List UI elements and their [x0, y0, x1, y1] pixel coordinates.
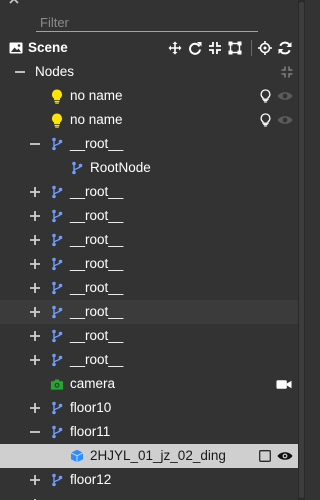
- tree-row[interactable]: no name: [0, 84, 298, 108]
- expand-plus-icon[interactable]: [29, 282, 41, 294]
- expand-plus-icon[interactable]: [29, 306, 41, 318]
- light-toggle-icon[interactable]: [257, 112, 273, 128]
- tree-row[interactable]: __root__: [0, 204, 298, 228]
- eye-icon[interactable]: [277, 448, 293, 464]
- move-icon[interactable]: [167, 40, 183, 56]
- mesh-cube-icon: [70, 449, 84, 463]
- expand-plus-icon[interactable]: [29, 186, 41, 198]
- scene-label: Scene: [28, 40, 68, 55]
- eye-icon[interactable]: [277, 88, 293, 104]
- node-branch-icon: [50, 209, 64, 223]
- tree-row[interactable]: __root__: [0, 252, 298, 276]
- expand-plus-icon[interactable]: [29, 258, 41, 270]
- node-branch-icon: [50, 281, 64, 295]
- expand-plus-icon[interactable]: [29, 210, 41, 222]
- tree-row-label: __root__: [70, 208, 124, 223]
- tree-row-label: __root__: [70, 304, 124, 319]
- light-bulb-icon: [50, 113, 64, 128]
- tree-row[interactable]: __root__: [0, 348, 298, 372]
- node-branch-icon: [50, 353, 64, 367]
- node-branch-icon: [50, 401, 64, 415]
- light-toggle-icon[interactable]: [257, 88, 273, 104]
- tree-row-label: floor12: [70, 472, 112, 487]
- tree-row[interactable]: __root__: [0, 180, 298, 204]
- video-camera-icon[interactable]: [276, 376, 292, 392]
- tree-row-label: 2HJYL_01_jz_02_ding: [90, 448, 226, 463]
- tree-row-label: no name: [70, 112, 123, 127]
- tree-row[interactable]: floor12: [0, 468, 298, 492]
- tree-row-label: __root__: [70, 232, 124, 247]
- tree-row-label: __root__: [70, 184, 124, 199]
- expand-plus-icon[interactable]: [29, 330, 41, 342]
- refresh-icon[interactable]: [277, 40, 293, 56]
- expand-plus-icon[interactable]: [29, 234, 41, 246]
- eye-icon[interactable]: [277, 112, 293, 128]
- tree-row[interactable]: __root__: [0, 300, 298, 324]
- image-icon: [9, 41, 23, 55]
- node-branch-icon: [50, 137, 64, 151]
- tree-row[interactable]: floor11: [0, 420, 298, 444]
- crosshair-icon[interactable]: [257, 40, 273, 56]
- filter-input[interactable]: [36, 14, 258, 31]
- tree-row-partial[interactable]: [0, 492, 298, 500]
- tree-row[interactable]: floor10: [0, 396, 298, 420]
- tree-row[interactable]: 2HJYL_01_jz_02_ding: [0, 444, 298, 468]
- collapse-icon[interactable]: [14, 66, 26, 78]
- nodes-label: Nodes: [35, 64, 75, 79]
- node-branch-icon: [50, 233, 64, 247]
- node-branch-icon: [50, 473, 64, 487]
- tree-row-label: camera: [70, 376, 116, 391]
- tree-row[interactable]: camera: [0, 372, 298, 396]
- tree-row-label: __root__: [70, 136, 124, 151]
- tree-row-label: __root__: [70, 280, 124, 295]
- node-branch-icon: [50, 185, 64, 199]
- node-branch-icon: [50, 425, 64, 439]
- checkbox[interactable]: [257, 448, 273, 464]
- expand-plus-icon[interactable]: [29, 354, 41, 366]
- tree-row-label: __root__: [70, 256, 124, 271]
- node-branch-icon: [50, 257, 64, 271]
- tree-row-label: floor11: [70, 424, 111, 439]
- tree-row-label: no name: [70, 88, 123, 103]
- nodes-row[interactable]: Nodes: [0, 60, 298, 84]
- light-bulb-icon: [50, 89, 64, 104]
- camera-icon: [50, 377, 64, 391]
- tree-row-label: __root__: [70, 352, 124, 367]
- tree-row[interactable]: __root__: [0, 276, 298, 300]
- node-branch-icon: [50, 305, 64, 319]
- expand-plus-icon[interactable]: [29, 402, 41, 414]
- collapse-minus-icon[interactable]: [29, 426, 41, 438]
- toolbar-separator: [251, 40, 252, 56]
- filter-field[interactable]: [36, 14, 258, 32]
- tree-row[interactable]: RootNode: [0, 156, 298, 180]
- expand-plus-icon[interactable]: [29, 474, 41, 486]
- tree-row-label: __root__: [70, 328, 124, 343]
- scene-row[interactable]: Scene: [0, 36, 298, 60]
- rotate-icon[interactable]: [187, 40, 203, 56]
- tree-row[interactable]: no name: [0, 108, 298, 132]
- scrollbar-thumb[interactable]: [299, 2, 304, 498]
- tree-row[interactable]: __root__: [0, 228, 298, 252]
- bounding-box-icon[interactable]: [227, 40, 243, 56]
- tree-row[interactable]: __root__: [0, 132, 298, 156]
- tree-row-label: RootNode: [90, 160, 151, 175]
- node-branch-icon: [70, 161, 84, 175]
- tree-row-label: floor10: [70, 400, 112, 415]
- collapse-all-icon[interactable]: [279, 64, 295, 80]
- scale-icon[interactable]: [207, 40, 223, 56]
- chevron-up-icon[interactable]: [9, 0, 19, 4]
- collapse-minus-icon[interactable]: [29, 138, 41, 150]
- tree-row[interactable]: __root__: [0, 324, 298, 348]
- node-branch-icon: [50, 329, 64, 343]
